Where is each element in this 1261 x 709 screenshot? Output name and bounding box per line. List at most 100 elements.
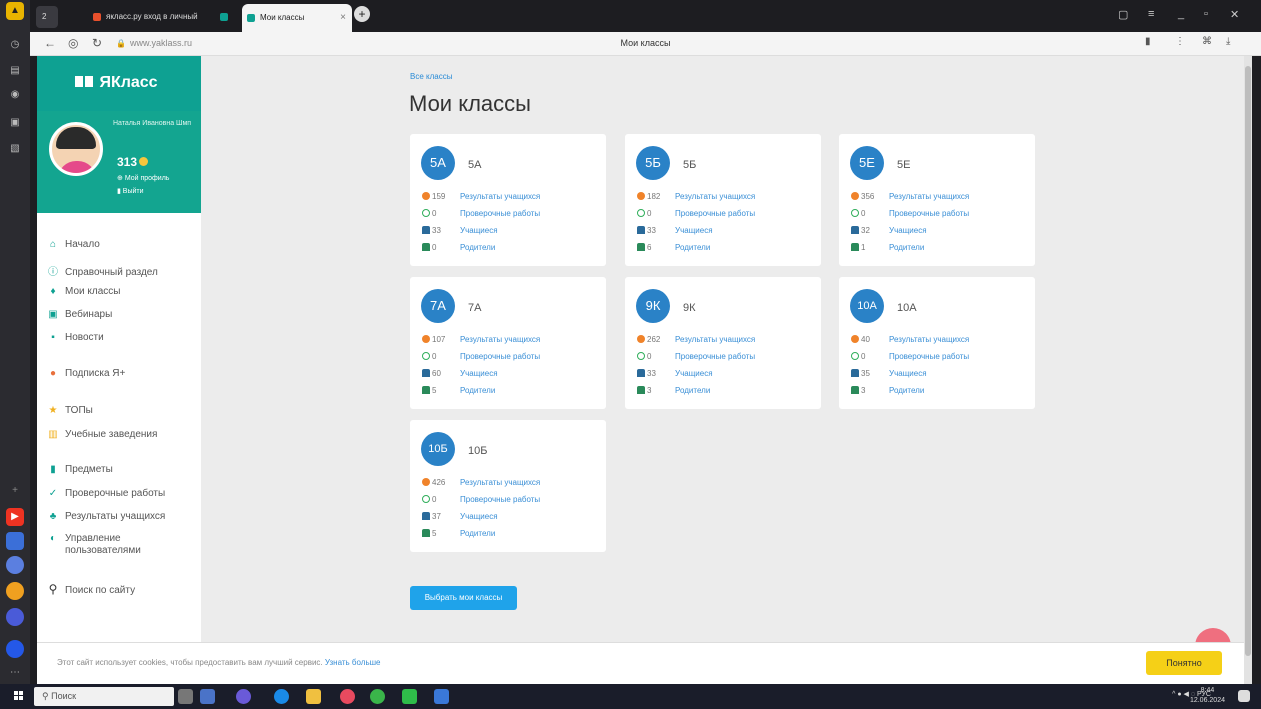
browser-logo-icon[interactable]: ▲ [6, 2, 24, 20]
history-icon[interactable]: ◷ [6, 36, 24, 54]
sidebar-item-users[interactable]: ◐ Управление пользователями [47, 533, 157, 557]
page-scrollbar[interactable] [1244, 56, 1252, 684]
sidebar-item-results[interactable]: ♣ Результаты учащихся [47, 511, 166, 522]
stat-link[interactable]: Учащиеся [889, 369, 927, 378]
media-icon[interactable]: ◉ [6, 86, 24, 104]
stat-link[interactable]: Родители [675, 243, 710, 252]
more-icon[interactable]: ⋯ [6, 664, 24, 682]
tab-counter[interactable]: 2 [36, 6, 58, 28]
screenshot-icon[interactable]: ▧ [6, 140, 24, 158]
stat-link[interactable]: Родители [889, 243, 924, 252]
class-badge[interactable]: 5А [421, 146, 455, 180]
class-badge[interactable]: 5Е [850, 146, 884, 180]
app-icon[interactable] [6, 556, 24, 574]
add-panel-icon[interactable]: + [6, 482, 24, 500]
stat-link[interactable]: Учащиеся [460, 369, 498, 378]
tab-close-icon[interactable]: × [340, 4, 346, 32]
start-icon[interactable] [14, 691, 24, 701]
yandex-browser-icon[interactable] [340, 689, 355, 704]
taskbar-app-icon[interactable] [178, 689, 193, 704]
stat-link[interactable]: Учащиеся [889, 226, 927, 235]
tab-pinned[interactable] [218, 6, 230, 28]
class-name[interactable]: 7А [468, 302, 481, 314]
scrollbar-thumb[interactable] [1245, 66, 1251, 656]
stat-link[interactable]: Проверочные работы [460, 209, 540, 218]
class-card[interactable]: 10А 10А 40 Результаты учащихся 0 Проверочные … [839, 277, 1035, 409]
stat-link[interactable]: Родители [889, 386, 924, 395]
stat-link[interactable]: Проверочные работы [460, 352, 540, 361]
tab-search[interactable]: якласс.ру вход в личный [88, 6, 208, 28]
stat-link[interactable]: Родители [460, 529, 495, 538]
menu-icon[interactable]: ≡ [1148, 8, 1154, 20]
window-tabs-icon[interactable]: ▢ [1118, 8, 1128, 21]
class-name[interactable]: 5А [468, 159, 481, 171]
stat-link[interactable]: Учащиеся [460, 512, 498, 521]
class-badge[interactable]: 10А [850, 289, 884, 323]
class-name[interactable]: 10А [897, 302, 917, 314]
stat-link[interactable]: Результаты учащихся [675, 192, 755, 201]
sidebar-item-subjects[interactable]: ▮ Предметы [47, 464, 113, 475]
sidebar-item-search[interactable]: ⚲ Поиск по сайту [47, 582, 136, 596]
stat-link[interactable]: Проверочные работы [460, 495, 540, 504]
sidebar-item-tests[interactable]: ✓ Проверочные работы [47, 488, 165, 499]
restore-icon[interactable]: ▫ [1204, 8, 1208, 20]
class-name[interactable]: 5Б [683, 159, 696, 171]
stat-link[interactable]: Результаты учащихся [889, 335, 969, 344]
taskbar-app-icon[interactable] [434, 689, 449, 704]
taskbar-app-icon[interactable] [236, 689, 251, 704]
sidebar-item-help[interactable]: ⓘ Справочный раздел [47, 263, 158, 278]
app-icon[interactable] [6, 608, 24, 626]
class-card[interactable]: 7А 7А 107 Результаты учащихся 0 Проверочные р… [410, 277, 606, 409]
youtube-icon[interactable]: ▶ [6, 508, 24, 526]
stat-link[interactable]: Проверочные работы [675, 352, 755, 361]
taskbar-search[interactable]: ⚲ Поиск [34, 687, 174, 706]
bookmark-icon[interactable]: ▮ [1145, 36, 1151, 47]
class-name[interactable]: 5Е [897, 159, 910, 171]
class-card[interactable]: 5А 5А 159 Результаты учащихся 0 Проверочные р… [410, 134, 606, 266]
stat-link[interactable]: Учащиеся [675, 369, 713, 378]
stat-link[interactable]: Результаты учащихся [460, 478, 540, 487]
download-icon[interactable]: ⤓ [1226, 36, 1230, 47]
alice-icon[interactable] [6, 640, 24, 658]
sidebar-item-webinars[interactable]: ▣ Вебинары [47, 309, 112, 320]
site-logo[interactable]: ЯКласс [37, 56, 201, 111]
translate-icon[interactable]: ⌘ [1202, 36, 1212, 47]
taskbar-app-icon[interactable] [402, 689, 417, 704]
sidebar-item-subscription[interactable]: ● Подписка Я+ [47, 368, 125, 379]
minimize-icon[interactable]: _ [1178, 8, 1184, 20]
sidebar-item-news[interactable]: ▪ Новости [47, 332, 104, 343]
edge-icon[interactable] [274, 689, 289, 704]
stat-link[interactable]: Результаты учащихся [460, 192, 540, 201]
explorer-icon[interactable] [306, 689, 321, 704]
class-card[interactable]: 5Б 5Б 182 Результаты учащихся 0 Проверочные р… [625, 134, 821, 266]
more-options-icon[interactable]: ⋮ [1175, 36, 1185, 47]
stat-link[interactable]: Результаты учащихся [460, 335, 540, 344]
sidebar-item-home[interactable]: ⌂ Начало [47, 239, 100, 250]
stat-link[interactable]: Результаты учащихся [889, 192, 969, 201]
avatar[interactable] [49, 122, 103, 176]
class-name[interactable]: 10Б [468, 445, 487, 457]
new-tab-button[interactable]: + [354, 6, 370, 22]
my-profile-link[interactable]: ⊕ Мой профиль [117, 174, 169, 182]
taskbar-app-icon[interactable] [200, 689, 215, 704]
cookie-accept-button[interactable]: Понятно [1146, 651, 1222, 675]
app-icon[interactable] [6, 582, 24, 600]
stat-link[interactable]: Результаты учащихся [675, 335, 755, 344]
class-card[interactable]: 10Б 10Б 426 Результаты учащихся 0 Проверочные… [410, 420, 606, 552]
sidebar-item-schools[interactable]: ▥ Учебные заведения [47, 429, 157, 440]
bookmarks-icon[interactable]: ▤ [6, 62, 24, 80]
choose-classes-button[interactable]: Выбрать мои классы [410, 586, 517, 610]
notifications-icon[interactable] [1238, 690, 1250, 702]
class-badge[interactable]: 10Б [421, 432, 455, 466]
cookie-more-link[interactable]: Узнать больше [325, 658, 381, 667]
class-card[interactable]: 5Е 5Е 356 Результаты учащихся 0 Проверочные р… [839, 134, 1035, 266]
breadcrumb[interactable]: Все классы [410, 72, 452, 81]
class-badge[interactable]: 9К [636, 289, 670, 323]
stat-link[interactable]: Проверочные работы [889, 352, 969, 361]
class-badge[interactable]: 5Б [636, 146, 670, 180]
stat-link[interactable]: Родители [460, 386, 495, 395]
stat-link[interactable]: Проверочные работы [675, 209, 755, 218]
logout-link[interactable]: ▮ Выйти [117, 187, 144, 195]
stat-link[interactable]: Родители [460, 243, 495, 252]
clock[interactable]: 8:44 12.06.2024 [1190, 686, 1225, 706]
